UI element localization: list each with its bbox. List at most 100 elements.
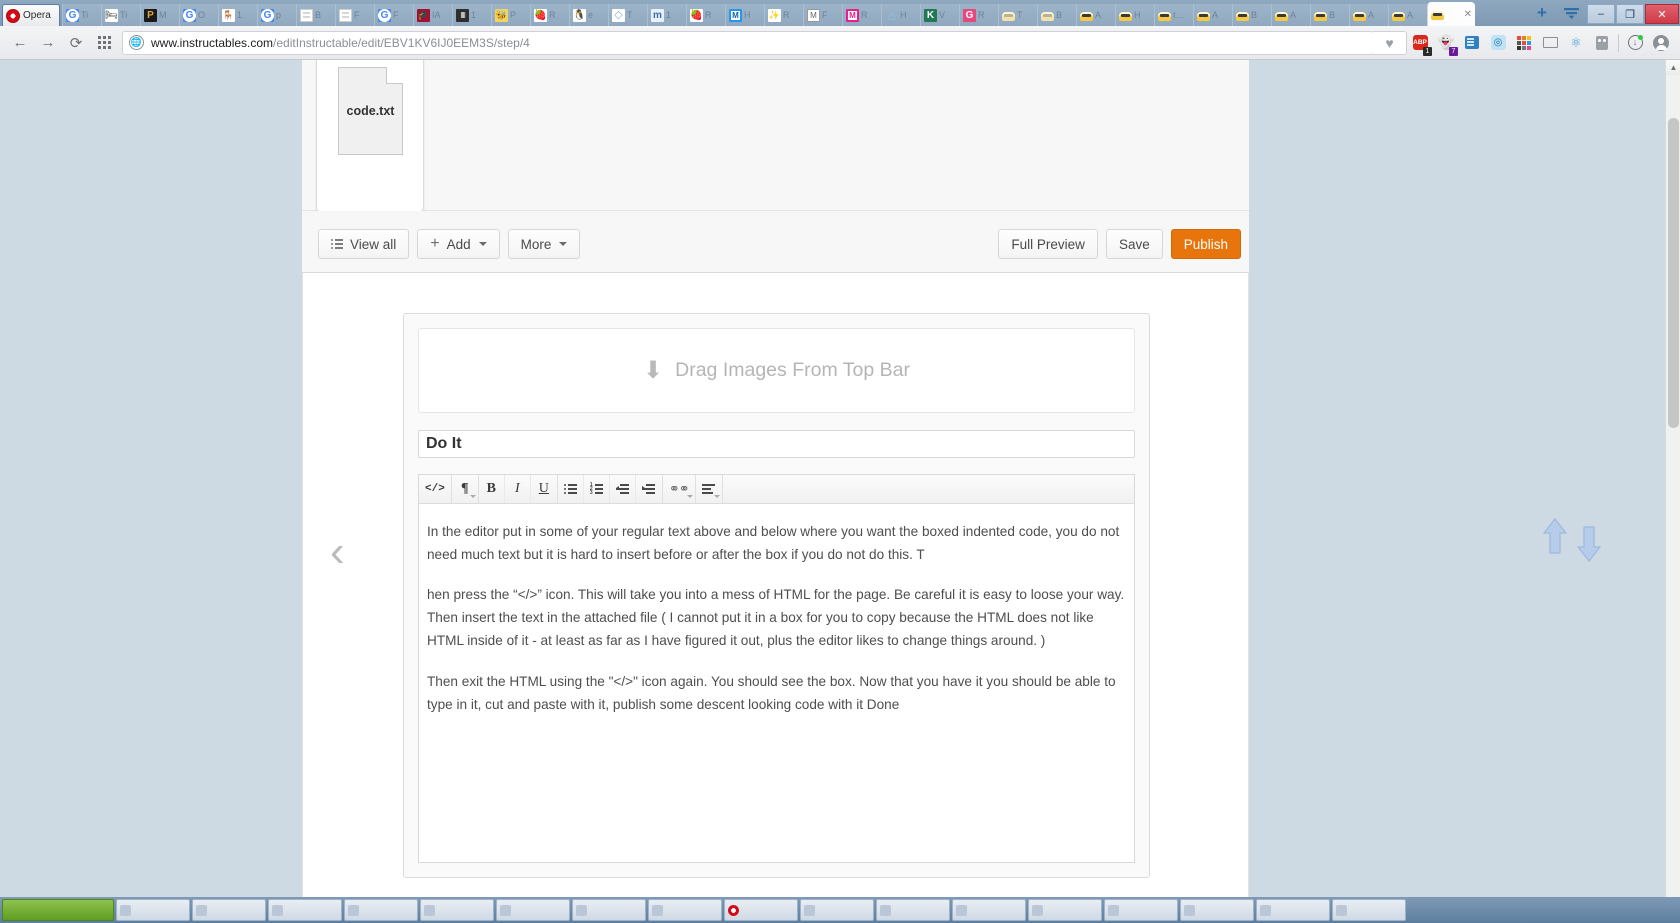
browser-tab[interactable]: H — [1115, 4, 1154, 26]
browser-tab[interactable]: A — [1076, 4, 1115, 26]
more-button[interactable]: More — [507, 229, 581, 259]
address-bar[interactable]: www.instructables.com/editInstructable/e… — [122, 30, 1374, 55]
start-button[interactable] — [2, 899, 114, 921]
browser-tab[interactable]: p — [257, 4, 296, 26]
image-dropzone[interactable]: ⬇ Drag Images From Top Bar — [418, 328, 1135, 413]
browser-tab[interactable]: A — [1388, 4, 1427, 26]
taskbar-item[interactable] — [572, 899, 646, 921]
browser-tab[interactable]: R — [530, 4, 569, 26]
browser-tab[interactable]: H — [881, 4, 920, 26]
browser-tab[interactable]: A — [1271, 4, 1310, 26]
browser-tab[interactable]: M — [140, 4, 179, 26]
taskbar-item[interactable] — [496, 899, 570, 921]
taskbar-item[interactable] — [1028, 899, 1102, 921]
full-preview-button[interactable]: Full Preview — [998, 229, 1098, 259]
browser-tab[interactable]: B — [1232, 4, 1271, 26]
browser-tab[interactable]: B — [1037, 4, 1076, 26]
adblock-plus-icon[interactable]: ABP 1 — [1407, 30, 1433, 56]
profile-avatar-icon[interactable] — [1648, 30, 1674, 56]
site-security-icon[interactable] — [129, 35, 144, 50]
color-grid-icon[interactable] — [1511, 30, 1537, 56]
previous-step-arrow[interactable]: ‹ — [330, 530, 345, 574]
taskbar-item[interactable] — [420, 899, 494, 921]
save-button[interactable]: Save — [1105, 229, 1163, 259]
add-button[interactable]: + Add — [417, 229, 500, 259]
downloads-icon[interactable] — [1622, 30, 1648, 56]
taskbar-item[interactable] — [800, 899, 874, 921]
browser-tab[interactable]: T — [998, 4, 1037, 26]
browser-tab[interactable]: B — [1310, 4, 1349, 26]
italic-button[interactable]: I — [505, 475, 531, 503]
browser-tab[interactable]: A — [1349, 4, 1388, 26]
browser-tab[interactable]: A — [1193, 4, 1232, 26]
browser-tab[interactable]: R — [764, 4, 803, 26]
paragraph-style-button[interactable]: ¶ — [452, 475, 478, 503]
browser-tab[interactable]: T — [608, 4, 647, 26]
view-all-button[interactable]: View all — [318, 229, 410, 259]
bookmark-button[interactable]: ♥ — [1373, 30, 1407, 55]
taskbar-item[interactable] — [344, 899, 418, 921]
browser-tab[interactable]: F — [803, 4, 842, 26]
tab-menu-button[interactable] — [1556, 0, 1586, 26]
attachment-card[interactable]: code.txt — [316, 60, 424, 212]
move-down-arrow-icon[interactable] — [1576, 523, 1602, 563]
bold-button[interactable]: B — [479, 475, 505, 503]
cast-icon[interactable] — [1537, 30, 1563, 56]
indent-button[interactable] — [636, 475, 662, 503]
rte-content-area[interactable]: In the editor put in some of your regula… — [419, 504, 1134, 716]
browser-tab[interactable]: IA — [413, 4, 452, 26]
back-button[interactable]: ← — [6, 29, 34, 57]
taskbar-item[interactable] — [876, 899, 950, 921]
opera-menu-button[interactable]: Opera — [2, 4, 60, 26]
browser-tab[interactable]: F — [335, 4, 374, 26]
taskbar-item[interactable] — [952, 899, 1026, 921]
underline-button[interactable]: U — [531, 475, 557, 503]
taskbar-item[interactable] — [268, 899, 342, 921]
outdent-button[interactable] — [610, 475, 636, 503]
step-title-input[interactable]: Do It — [418, 430, 1135, 458]
close-tab-icon[interactable]: ✕ — [1464, 9, 1472, 20]
html-source-button[interactable]: </> — [419, 475, 451, 503]
taskbar-item[interactable] — [648, 899, 722, 921]
browser-tab[interactable]: P — [491, 4, 530, 26]
forward-button[interactable]: → — [34, 29, 62, 57]
browser-tab[interactable]: R — [686, 4, 725, 26]
move-up-arrow-icon[interactable] — [1542, 517, 1568, 557]
taskbar-item[interactable] — [1180, 899, 1254, 921]
restore-button[interactable]: ❐ — [1616, 4, 1644, 24]
browser-tab[interactable]: O — [179, 4, 218, 26]
reload-button[interactable]: ⟳ — [62, 29, 90, 57]
taskbar-item[interactable] — [116, 899, 190, 921]
note-clipper-icon[interactable] — [1459, 30, 1485, 56]
browser-tab[interactable]: B — [296, 4, 335, 26]
bullet-list-button[interactable] — [558, 475, 584, 503]
browser-tab[interactable]: 1 — [452, 4, 491, 26]
robot-extension-icon[interactable] — [1589, 30, 1615, 56]
publish-button[interactable]: Publish — [1170, 229, 1241, 259]
browser-tab[interactable]: F — [374, 4, 413, 26]
o-ring-icon[interactable]: ◎ — [1485, 30, 1511, 56]
close-window-button[interactable]: ✕ — [1645, 4, 1679, 24]
browser-tab[interactable]: R — [959, 4, 998, 26]
minimize-button[interactable]: – — [1587, 4, 1615, 24]
page-scrollbar[interactable]: ▲ ▼ — [1665, 60, 1680, 923]
new-tab-button[interactable]: + — [1528, 0, 1556, 26]
browser-tab[interactable]: H — [725, 4, 764, 26]
scroll-up-button[interactable]: ▲ — [1666, 60, 1680, 75]
taskbar-item[interactable] — [192, 899, 266, 921]
browser-tab[interactable]: 1 — [647, 4, 686, 26]
browser-tab[interactable]: t… — [1154, 4, 1193, 26]
align-button[interactable] — [696, 475, 722, 503]
numbered-list-button[interactable]: 123 — [584, 475, 610, 503]
taskbar-item-opera[interactable] — [724, 899, 798, 921]
browser-tab[interactable]: e — [569, 4, 608, 26]
ghostery-icon[interactable]: 👻 7 — [1433, 30, 1459, 56]
browser-tab[interactable]: 1 — [218, 4, 257, 26]
browser-tab[interactable]: V — [920, 4, 959, 26]
browser-tab[interactable]: ✕ — [1427, 2, 1475, 26]
scrollbar-thumb[interactable] — [1668, 118, 1679, 428]
reorder-step-handle[interactable] — [1542, 515, 1622, 565]
taskbar-item[interactable] — [1104, 899, 1178, 921]
hack-bug-icon[interactable]: ⚛ — [1563, 30, 1589, 56]
insert-link-button[interactable]: ⚭⚭ — [663, 475, 695, 503]
